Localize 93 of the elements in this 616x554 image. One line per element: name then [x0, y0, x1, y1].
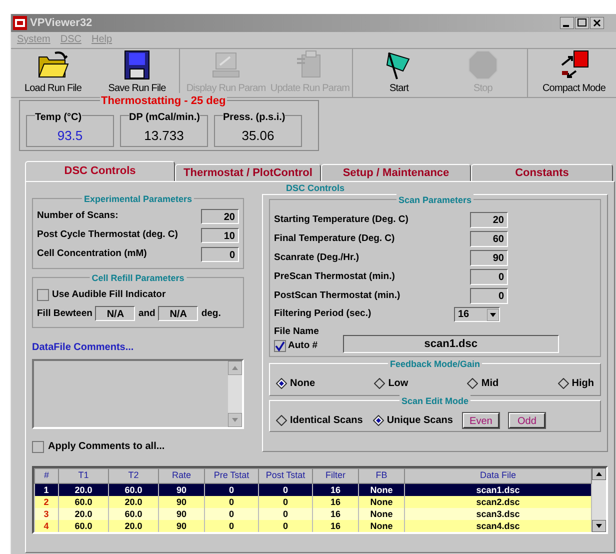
- edit-button[interactable]: Even: [462, 412, 499, 428]
- dropdown-arrow-icon[interactable]: [487, 308, 499, 320]
- field-label: Post Cycle Thermostat (deg. C): [37, 228, 178, 242]
- status-title: Thermostatting - 25 deg: [100, 93, 227, 110]
- field-label: Scanrate (Deg./Hr.): [274, 250, 360, 265]
- field-label: Starting Temperature (Deg. C): [274, 212, 410, 227]
- tab[interactable]: Setup / Maintenance: [321, 164, 471, 181]
- radio-label: Unique Scans: [386, 414, 453, 428]
- input-field[interactable]: 10: [201, 228, 239, 243]
- readout-label: Press. (p.s.i.): [223, 110, 286, 125]
- column-header[interactable]: Pre Tstat: [204, 468, 258, 484]
- input-field[interactable]: N/A: [95, 306, 136, 322]
- radio-label: High: [572, 376, 594, 390]
- readout-value: 93.5: [57, 126, 83, 144]
- table-cell: 16: [312, 520, 358, 532]
- tab[interactable]: DSC Controls: [25, 161, 175, 181]
- stop-sign-icon: [467, 49, 499, 81]
- column-header[interactable]: Filter: [312, 468, 358, 484]
- toolbar-button[interactable]: Start: [357, 49, 441, 97]
- dropdown[interactable]: 16: [454, 307, 500, 322]
- column-header[interactable]: Rate: [158, 468, 204, 484]
- scroll-bar[interactable]: [592, 468, 606, 532]
- unit-label: deg.: [201, 306, 221, 321]
- radio-label: Mid: [481, 376, 499, 390]
- input-field[interactable]: 20: [470, 212, 508, 228]
- table-row[interactable]: 3 20.0 60.0 90 0 0 16 None scan3.dsc: [34, 508, 592, 520]
- input-field[interactable]: N/A: [158, 306, 198, 322]
- checkbox-label: Apply Comments to all...: [48, 440, 165, 454]
- readout-value: 35.06: [242, 126, 274, 144]
- field-label: and: [138, 306, 156, 321]
- field-label: PreScan Thermostat (min.): [274, 270, 396, 284]
- file-name-field[interactable]: scan1.dsc: [342, 334, 559, 352]
- checkbox[interactable]: [274, 340, 286, 352]
- table-row[interactable]: 4 60.0 20.0 90 0 0 16 None scan4.dsc: [34, 520, 592, 532]
- table-cell: 20.0: [108, 520, 158, 532]
- checkbox[interactable]: [32, 440, 44, 453]
- column-header[interactable]: FB: [358, 468, 404, 484]
- field-label: PostScan Thermostat (min.): [274, 288, 402, 303]
- table-cell: 0: [204, 520, 258, 532]
- readout-value: 13.733: [144, 126, 184, 144]
- checkbox-label: Use Audible Fill Indicator: [52, 288, 166, 302]
- table-cell: 60.0: [58, 520, 108, 532]
- tab[interactable]: Thermostat / PlotControl: [175, 164, 321, 181]
- field-label: Final Temperature (Deg. C): [274, 232, 396, 246]
- maximize-icon[interactable]: [575, 17, 589, 29]
- readout-label: DP (mCal/min.): [129, 110, 200, 125]
- radio-button[interactable]: [467, 378, 478, 388]
- column-header[interactable]: T2: [108, 468, 158, 484]
- input-field[interactable]: 0: [470, 269, 508, 285]
- comments-field[interactable]: [32, 359, 244, 430]
- radio-label: Identical Scans: [290, 414, 363, 428]
- readout-label: Temp (°C): [35, 110, 82, 125]
- toolbar-button[interactable]: Load Run File: [11, 49, 95, 97]
- column-header[interactable]: T1: [58, 468, 108, 484]
- column-header[interactable]: Post Tstat: [258, 468, 312, 484]
- radio-button[interactable]: [276, 378, 287, 388]
- table-row[interactable]: 2 60.0 20.0 90 0 0 16 None scan2.dsc: [34, 496, 592, 508]
- minimize-icon[interactable]: [560, 17, 574, 29]
- radio-button[interactable]: [374, 378, 386, 388]
- field-label: File Name: [274, 325, 319, 339]
- radio-button[interactable]: [276, 414, 287, 426]
- close-icon[interactable]: [590, 17, 604, 29]
- field-label: Number of Scans:: [37, 209, 118, 224]
- window-title: VPViewer32: [30, 16, 92, 31]
- app-icon: [13, 16, 27, 30]
- toolbar-button[interactable]: Compact Mode: [532, 49, 616, 97]
- checkbox-label: Auto #: [288, 339, 318, 354]
- table-row[interactable]: 1 20.0 60.0 90 0 0 16 None scan1.dsc: [34, 483, 592, 496]
- field-label: Cell Concentration (mM): [37, 247, 147, 262]
- field-label: Filtering Period (sec.): [274, 307, 372, 322]
- input-field[interactable]: 0: [470, 288, 508, 304]
- table-cell: 0: [258, 520, 312, 532]
- panel-title: DSC Controls: [286, 182, 344, 195]
- checkbox[interactable]: [37, 289, 49, 302]
- group-title: Experimental Parameters: [82, 193, 194, 206]
- input-field[interactable]: 60: [470, 231, 508, 247]
- radio-button[interactable]: [558, 378, 569, 388]
- column-header[interactable]: #: [34, 468, 58, 484]
- tab[interactable]: Constants: [471, 164, 613, 181]
- scroll-down-icon[interactable]: [592, 520, 606, 532]
- input-field[interactable]: 90: [470, 250, 508, 266]
- table-cell: 90: [158, 520, 204, 532]
- table-cell: None: [358, 520, 404, 532]
- radio-button[interactable]: [372, 414, 384, 426]
- table-cell: 4: [34, 520, 58, 532]
- radio-label: Low: [388, 376, 408, 390]
- comments-label: DataFile Comments...: [32, 341, 135, 356]
- radio-label: None: [290, 376, 315, 390]
- field-label: Fill Bewteen: [37, 306, 92, 321]
- edit-button[interactable]: Odd: [508, 412, 545, 428]
- scroll-up-icon[interactable]: [592, 468, 606, 480]
- input-field[interactable]: 0: [201, 247, 239, 262]
- input-field[interactable]: 20: [201, 209, 239, 224]
